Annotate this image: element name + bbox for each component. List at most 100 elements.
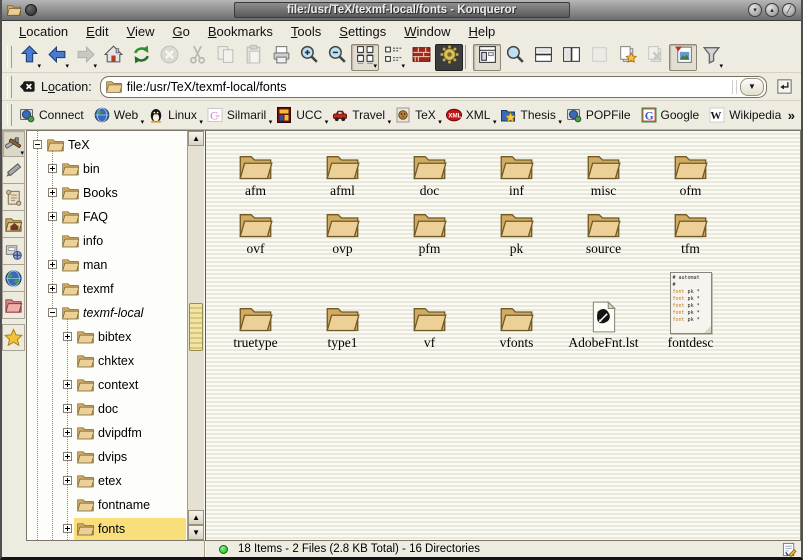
tree-expander-plus[interactable]	[48, 212, 57, 221]
new-tab-button[interactable]	[613, 44, 641, 71]
bookmark-wikipedia[interactable]: WWikipedia	[705, 105, 787, 125]
location-combo[interactable]: ▼	[100, 76, 767, 98]
file-item-doc[interactable]: doc	[386, 137, 473, 199]
tree-expander-plus[interactable]	[63, 428, 72, 437]
panel-toggle-button[interactable]	[473, 44, 501, 71]
split-horizontal-button[interactable]	[529, 44, 557, 71]
menu-view[interactable]: View	[118, 23, 164, 40]
file-item-pk[interactable]: pk	[473, 199, 560, 257]
location-dropdown-button[interactable]: ▼	[740, 78, 764, 96]
bookmark-ucc[interactable]: UCC▾	[272, 105, 328, 125]
list-view-button[interactable]: ▾	[379, 44, 407, 71]
zoom-in-button[interactable]	[295, 44, 323, 71]
titlebar[interactable]: file:/usr/TeX/texmf-local/fonts - Konque…	[2, 0, 801, 21]
bookmark-connect[interactable]: Connect	[15, 105, 90, 125]
tree-item-chktex[interactable]: chktex	[27, 349, 187, 373]
tree-expander-plus[interactable]	[63, 476, 72, 485]
menu-location[interactable]: Location	[10, 23, 77, 40]
window-menu-button[interactable]	[25, 4, 37, 16]
scroll-up-button-bottom[interactable]: ▲	[188, 510, 204, 525]
tree-item-man[interactable]: man	[27, 253, 187, 277]
zoom-out-button[interactable]	[323, 44, 351, 71]
tree-item-dvipdfm[interactable]: dvipdfm	[27, 421, 187, 445]
home-button[interactable]	[99, 44, 127, 71]
toolbar-grip[interactable]	[7, 46, 12, 68]
file-item-vf[interactable]: vf	[386, 257, 473, 351]
maximize-button[interactable]: ▴	[765, 3, 779, 17]
tree-item-bin[interactable]: bin	[27, 157, 187, 181]
bookmark-travel[interactable]: Travel▾	[328, 105, 391, 125]
tree-expander-plus[interactable]	[48, 164, 57, 173]
tree-expander-plus[interactable]	[63, 404, 72, 413]
menu-settings[interactable]: Settings	[330, 23, 395, 40]
home-folder-panel-button[interactable]	[2, 211, 25, 238]
file-item-ovf[interactable]: ovf	[212, 199, 299, 257]
bookmark-web[interactable]: Web▾	[90, 105, 144, 125]
tree-item-dvips[interactable]: dvips	[27, 445, 187, 469]
minimize-button[interactable]: ▾	[748, 3, 762, 17]
tree-expander-plus[interactable]	[48, 260, 57, 269]
tree-expander-minus[interactable]	[33, 140, 42, 149]
clear-location-button[interactable]	[15, 75, 39, 99]
tree-expander-plus[interactable]	[63, 380, 72, 389]
bricks-button[interactable]	[407, 44, 435, 71]
gear-button[interactable]	[435, 44, 463, 71]
tree-item-fonts[interactable]: fonts	[27, 517, 187, 540]
tree-scrollbar[interactable]: ▲ ▲ ▼	[187, 131, 204, 540]
bookmark-google[interactable]: GGoogle	[637, 105, 706, 125]
location-input[interactable]	[127, 80, 732, 94]
file-item-ovp[interactable]: ovp	[299, 199, 386, 257]
file-item-afml[interactable]: afml	[299, 137, 386, 199]
menu-edit[interactable]: Edit	[77, 23, 117, 40]
toolbar-grip[interactable]	[7, 76, 12, 98]
tools-panel-button[interactable]: ▾	[2, 130, 25, 157]
reload-button[interactable]	[127, 44, 155, 71]
file-item-source[interactable]: source	[560, 199, 647, 257]
close-button[interactable]: ╱	[782, 3, 796, 17]
bookmark-tex[interactable]: TeX▾	[391, 105, 442, 125]
menu-tools[interactable]: Tools	[282, 23, 330, 40]
tree-item-TeX[interactable]: TeX	[27, 133, 187, 157]
toolbar-grip[interactable]	[7, 104, 12, 126]
tree-item-context[interactable]: context	[27, 373, 187, 397]
bookmark-thesis[interactable]: Thesis▾	[496, 105, 561, 125]
pen-panel-button[interactable]	[2, 157, 25, 184]
file-item-afm[interactable]: afm	[212, 137, 299, 199]
tree-item-fontname[interactable]: fontname	[27, 493, 187, 517]
tree-item-etex[interactable]: etex	[27, 469, 187, 493]
file-item-ofm[interactable]: ofm	[647, 137, 734, 199]
root-folder-panel-button[interactable]	[2, 292, 25, 319]
split-vertical-button[interactable]	[557, 44, 585, 71]
tree-item-Books[interactable]: Books	[27, 181, 187, 205]
up-button[interactable]: ▾	[15, 44, 43, 71]
file-item-truetype[interactable]: truetype	[212, 257, 299, 351]
back-button[interactable]: ▾	[43, 44, 71, 71]
tree-item-texmf-local[interactable]: texmf-local	[27, 301, 187, 325]
tree-item-texmf[interactable]: texmf	[27, 277, 187, 301]
tree-expander-plus[interactable]	[63, 332, 72, 341]
preview-button[interactable]	[669, 44, 697, 71]
tree-item-FAQ[interactable]: FAQ	[27, 205, 187, 229]
print-button[interactable]	[267, 44, 295, 71]
go-button[interactable]	[773, 76, 795, 98]
file-item-vfonts[interactable]: vfonts	[473, 257, 560, 351]
menu-window[interactable]: Window	[395, 23, 459, 40]
bookmark-linux[interactable]: Linux▾	[144, 105, 203, 125]
bookmark-silmaril[interactable]: CSilmaril▾	[203, 105, 272, 125]
scroll-down-button[interactable]: ▼	[188, 525, 204, 540]
menu-bookmarks[interactable]: Bookmarks	[199, 23, 282, 40]
icon-view-button[interactable]: ▾	[351, 44, 379, 71]
file-item-misc[interactable]: misc	[560, 137, 647, 199]
services-panel-button[interactable]	[2, 238, 25, 265]
bookmark-overflow-button[interactable]: »	[788, 108, 795, 123]
scroll-up-button[interactable]: ▲	[188, 131, 204, 146]
tree-expander-plus[interactable]	[48, 284, 57, 293]
tree-item-doc[interactable]: doc	[27, 397, 187, 421]
file-item-tfm[interactable]: tfm	[647, 199, 734, 257]
tree-expander-minus[interactable]	[48, 308, 57, 317]
scrollbar-thumb[interactable]	[189, 303, 203, 351]
find-button[interactable]	[501, 44, 529, 71]
file-item-pfm[interactable]: pfm	[386, 199, 473, 257]
menu-go[interactable]: Go	[164, 23, 199, 40]
tree-expander-plus[interactable]	[63, 452, 72, 461]
